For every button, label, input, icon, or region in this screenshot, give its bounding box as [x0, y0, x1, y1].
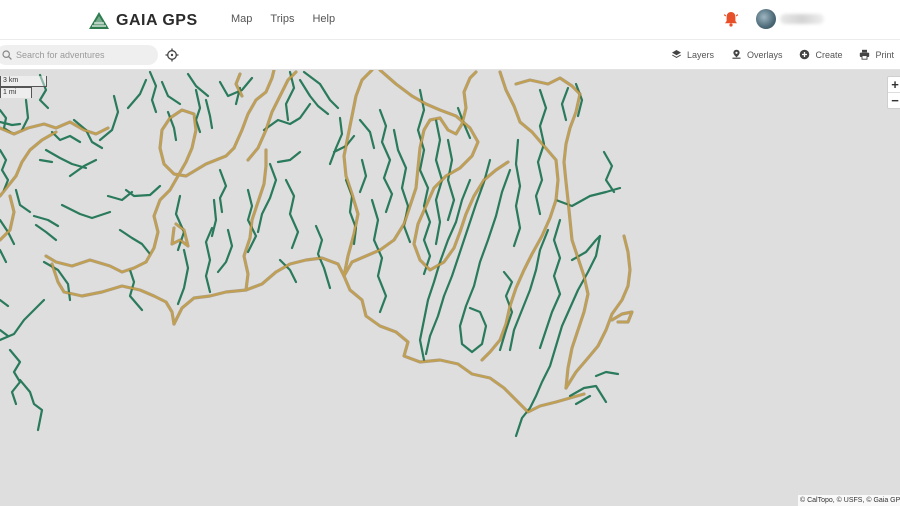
nav-map-link[interactable]: Map — [231, 13, 252, 25]
overlays-button[interactable]: Overlays — [731, 49, 783, 60]
plus-circle-icon — [800, 49, 810, 60]
scale-km-label: 3 km — [0, 76, 47, 87]
layers-label: Layers — [686, 49, 714, 60]
top-bar: GAIA GPS Map Trips Help — [0, 0, 900, 40]
overlays-label: Overlays — [746, 49, 783, 60]
road-lines — [0, 70, 634, 414]
bell-icon[interactable] — [722, 10, 740, 28]
nav-trips-link[interactable]: Trips — [270, 13, 294, 25]
create-button[interactable]: Create — [799, 49, 842, 60]
layers-icon — [671, 50, 681, 58]
locate-crosshair-icon[interactable] — [165, 48, 179, 62]
zoom-out-button[interactable]: − — [888, 93, 900, 109]
search-input[interactable] — [16, 50, 146, 60]
print-label: Print — [875, 49, 894, 60]
overlays-pin-icon — [732, 49, 741, 59]
map-features — [0, 70, 634, 438]
create-label: Create — [815, 49, 843, 60]
main-nav: Map Trips Help — [231, 13, 335, 25]
user-avatar[interactable] — [756, 9, 776, 29]
print-button[interactable]: Print — [859, 49, 894, 60]
map-toolbar: Layers Overlays Create Print — [0, 40, 900, 70]
map-attribution[interactable]: © CalTopo, © USFS, © Gaia GPS — [798, 495, 900, 506]
zoom-control: + − — [887, 76, 900, 109]
username-redacted[interactable] — [780, 14, 824, 24]
map-tools: Layers Overlays Create Print — [671, 49, 894, 60]
map-scale-bar: 3 km 1 mi — [0, 76, 48, 98]
printer-icon — [860, 49, 870, 60]
search-icon — [2, 50, 12, 60]
logo-text: GAIA GPS — [116, 12, 198, 29]
mountain-logo-icon — [89, 12, 109, 29]
gaia-logo[interactable]: GAIA GPS — [88, 9, 198, 33]
road-lines-core — [0, 70, 634, 414]
zoom-in-button[interactable]: + — [888, 77, 900, 93]
map-canvas[interactable]: 3 km 1 mi + − © CalTopo, © USFS, © Gaia … — [0, 70, 900, 506]
search-box[interactable] — [0, 45, 158, 65]
layers-button[interactable]: Layers — [671, 49, 714, 60]
scale-mi-label: 1 mi — [0, 87, 32, 98]
nav-help-link[interactable]: Help — [312, 13, 335, 25]
